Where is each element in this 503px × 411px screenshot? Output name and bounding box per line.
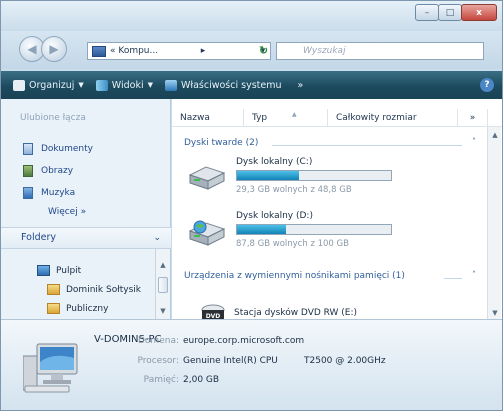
public-folder-icon <box>47 303 60 314</box>
collapse-chevron-icon[interactable]: ˄ <box>472 137 476 146</box>
domain-label: Domena: <box>138 336 179 346</box>
drive-usage-fill <box>237 171 299 180</box>
cpu-row: Procesor: Genuine Intel(R) CPU T2500 @ 2… <box>109 356 385 366</box>
system-properties-button[interactable]: Właściwości systemu <box>164 79 282 91</box>
favorite-pictures[interactable]: Obrazy <box>23 165 73 177</box>
favorites-header: Ulubione łącza <box>20 113 86 123</box>
organize-button[interactable]: Organizuj ▼ <box>13 79 84 91</box>
scroll-down-icon[interactable]: ▼ <box>488 309 502 317</box>
group-divider <box>272 145 462 146</box>
column-type[interactable]: Typ <box>244 109 328 127</box>
chevron-down-icon: ▼ <box>147 81 153 89</box>
collapse-chevron-icon[interactable]: ˄ <box>472 270 476 279</box>
group-header-removable[interactable]: Urządzenia z wymiennymi nośnikami pamięc… <box>184 271 405 281</box>
folders-header[interactable]: Foldery ⌄ <box>1 227 171 249</box>
column-name[interactable]: Nazwa <box>172 109 244 127</box>
drive-usage-bar <box>236 170 392 181</box>
organize-icon <box>13 79 25 91</box>
hard-drive-icon <box>188 166 226 190</box>
explorer-window: – □ x ◀ ▶ « Kompu... ▸ ▾ ↻ Wyszukaj Orga… <box>0 0 503 411</box>
tree-item-label: Pulpit <box>56 265 82 276</box>
favorite-label: Muzyka <box>41 188 76 198</box>
tree-item-label: Dominik Sołtysik <box>66 284 142 295</box>
memory-value: 2,00 GB <box>183 375 220 385</box>
drive-free-space: 29,3 GB wolnych z 48,8 GB <box>236 185 352 195</box>
sort-arrow-icon: ▲ <box>292 111 297 118</box>
folders-scrollbar[interactable]: ▲ ▼ <box>155 249 170 319</box>
domain-row: Domena: europe.corp.microsoft.com <box>109 336 304 346</box>
computer-icon <box>92 45 106 57</box>
breadcrumb[interactable]: « Kompu... <box>110 46 196 56</box>
chevron-down-icon: ▼ <box>78 81 84 89</box>
drive-name: Dysk lokalny (C:) <box>236 157 313 167</box>
dvd-drive-name: Stacja dysków DVD RW (E:) <box>234 308 358 318</box>
toolbar-more-button[interactable]: » <box>298 80 304 91</box>
title-bar: – □ x <box>1 1 502 31</box>
forward-button[interactable]: ▶ <box>41 36 67 62</box>
columns-more-button[interactable]: » <box>458 109 488 127</box>
documents-icon <box>23 143 33 155</box>
hard-drive-icon <box>188 220 226 246</box>
user-folder-icon <box>47 284 60 295</box>
system-properties-icon <box>164 79 177 91</box>
tree-item-user[interactable]: Dominik Sołtysik <box>47 284 141 295</box>
tree-item-desktop[interactable]: Pulpit <box>37 265 81 276</box>
scroll-down-icon[interactable]: ▼ <box>156 307 170 315</box>
tree-item-public[interactable]: Publiczny <box>47 303 108 314</box>
group-label: Dyski twarde (2) <box>184 138 259 148</box>
breadcrumb-arrow-icon[interactable]: ▸ <box>196 46 210 56</box>
organize-label: Organizuj <box>29 79 75 91</box>
navigation-pane: Ulubione łącza Dokumenty Obrazy Muzyka W… <box>1 99 171 319</box>
memory-label: Pamięć: <box>143 375 179 385</box>
desktop-icon <box>37 265 50 276</box>
drive-free-space: 87,8 GB wolnych z 100 GB <box>236 239 349 249</box>
maximize-button[interactable]: □ <box>438 4 462 21</box>
views-label: Widoki <box>111 79 144 91</box>
domain-value: europe.corp.microsoft.com <box>183 336 305 346</box>
drive-name: Dysk lokalny (D:) <box>236 211 313 221</box>
cpu-value: Genuine Intel(R) CPU <box>183 356 278 366</box>
chevron-down-icon: ⌄ <box>153 233 161 243</box>
search-input[interactable]: Wyszukaj <box>276 42 484 60</box>
group-divider <box>444 278 462 279</box>
views-button[interactable]: Widoki ▼ <box>95 79 153 91</box>
memory-row: Pamięć: 2,00 GB <box>109 375 219 385</box>
views-icon <box>95 79 108 91</box>
more-favorites-link[interactable]: Więcej » <box>48 207 86 217</box>
drive-usage-fill <box>237 225 287 234</box>
column-total-size[interactable]: Całkowity rozmiar <box>328 109 458 127</box>
system-properties-label: Właściwości systemu <box>180 79 282 91</box>
content-pane: Nazwa Typ Całkowity rozmiar » ▲ Dyski tw… <box>172 99 502 320</box>
command-bar: Organizuj ▼ Widoki ▼ Właściwości systemu… <box>1 71 502 99</box>
scroll-thumb[interactable] <box>158 277 168 293</box>
column-header: Nazwa Typ Całkowity rozmiar » ▲ <box>172 109 502 127</box>
forward-arrow-icon: ▶ <box>49 42 59 56</box>
cpu-label: Procesor: <box>137 356 179 366</box>
favorite-music[interactable]: Muzyka <box>23 187 75 199</box>
favorite-label: Obrazy <box>41 166 74 176</box>
drive-item-d[interactable]: Dysk lokalny (D:) 87,8 GB wolnych z 100 … <box>186 209 416 255</box>
details-pane: V-DOMINS-PC Domena: europe.corp.microsof… <box>1 319 502 410</box>
drive-item-c[interactable]: Dysk lokalny (C:) 29,3 GB wolnych z 48,8… <box>186 155 416 201</box>
tree-item-label: Publiczny <box>66 303 109 314</box>
navigation-bar: ◀ ▶ « Kompu... ▸ ▾ ↻ Wyszukaj <box>1 31 502 69</box>
scroll-up-icon[interactable]: ▲ <box>156 261 170 269</box>
group-header-hard-disks[interactable]: Dyski twarde (2) <box>184 138 258 148</box>
scroll-up-icon[interactable]: ▲ <box>488 131 502 139</box>
computer-icon <box>23 343 78 393</box>
music-icon <box>23 187 33 199</box>
favorite-label: Dokumenty <box>41 144 93 154</box>
folders-label: Foldery <box>21 232 56 243</box>
cpu-model-value: T2500 @ 2.00GHz <box>304 356 386 366</box>
refresh-icon[interactable]: ↻ <box>257 44 270 57</box>
group-label: Urządzenia z wymiennymi nośnikami pamięc… <box>184 271 405 281</box>
drive-usage-bar <box>236 224 392 235</box>
close-button[interactable]: x <box>461 4 497 21</box>
address-bar[interactable]: « Kompu... ▸ ▾ <box>87 42 271 60</box>
content-scrollbar[interactable]: ▲ ▼ <box>487 127 501 319</box>
favorite-documents[interactable]: Dokumenty <box>23 143 93 155</box>
help-icon[interactable]: ? <box>480 78 494 92</box>
pictures-icon <box>23 165 33 177</box>
minimize-button[interactable]: – <box>415 4 439 21</box>
